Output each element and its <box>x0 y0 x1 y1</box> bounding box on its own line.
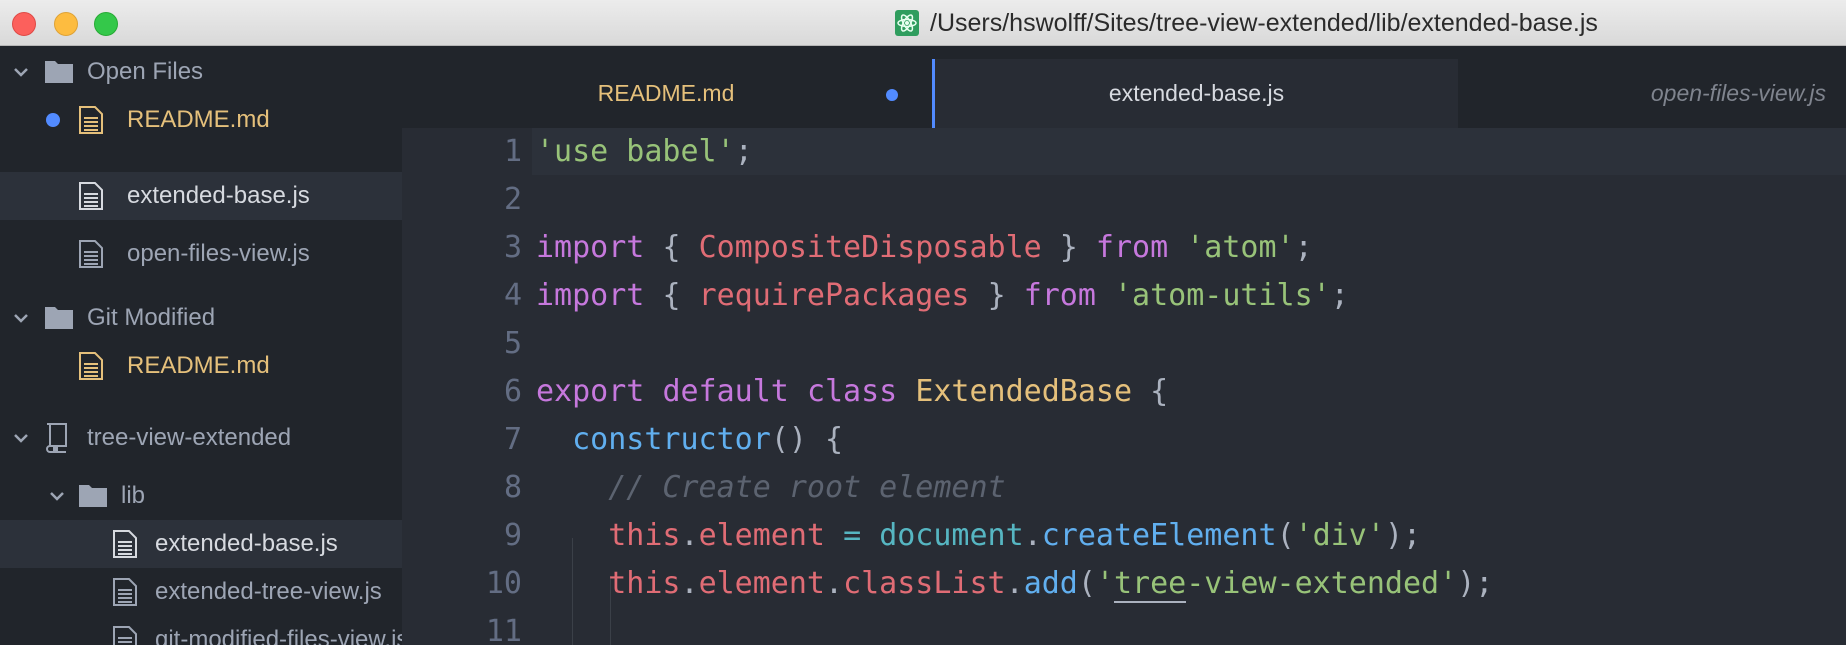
code-line: constructor() { <box>572 422 844 457</box>
file-label: README.md <box>127 352 270 379</box>
repo-icon <box>46 423 67 453</box>
file-icon <box>79 182 103 210</box>
line-number: 2 <box>503 182 522 217</box>
chevron-down-icon <box>14 434 28 443</box>
section-header-git-modified[interactable]: Git Modified <box>0 294 402 342</box>
close-window-button[interactable] <box>12 12 36 36</box>
line-number: 6 <box>503 374 522 409</box>
folder-label: lib <box>121 482 146 509</box>
line-number: 11 <box>485 614 522 645</box>
section-label: tree-view-extended <box>87 424 292 451</box>
tab-label: README.md <box>597 80 735 106</box>
line-number: 7 <box>503 422 522 457</box>
folder-icon <box>45 307 73 329</box>
tab-bar: README.md extended-base.js open-files-vi… <box>402 46 1846 128</box>
file-icon <box>79 240 103 268</box>
code-line: // Create root element <box>608 470 1006 505</box>
lib-file-item[interactable]: extended-tree-view.js <box>0 568 402 616</box>
section-label: Git Modified <box>87 304 216 331</box>
atom-app-icon <box>895 10 919 36</box>
file-label: extended-base.js <box>127 182 310 209</box>
git-modified-file-item[interactable]: README.md <box>0 342 402 390</box>
chevron-down-icon <box>14 314 28 323</box>
zoom-window-button[interactable] <box>94 12 118 36</box>
file-label: extended-base.js <box>155 530 338 557</box>
code-editor[interactable]: 1 2 3 4 5 6 7 8 9 10 11 'use babel'; imp… <box>402 128 1846 645</box>
file-label: README.md <box>127 106 270 133</box>
window-title: /Users/hswolff/Sites/tree-view-extended/… <box>930 8 1598 37</box>
tab-label: extended-base.js <box>1108 80 1285 106</box>
line-number: 8 <box>503 470 522 505</box>
modified-dot-icon <box>886 89 898 101</box>
section-label: Open Files <box>87 58 204 85</box>
markdown-file-icon <box>79 352 103 380</box>
file-icon <box>113 578 137 606</box>
file-icon <box>113 626 137 645</box>
code-line: 'use babel'; <box>536 134 753 169</box>
tree-view-sidebar: Open Files README.md extended-base.js op… <box>0 46 402 645</box>
section-header-open-files[interactable]: Open Files <box>0 48 402 96</box>
project-root-header[interactable]: tree-view-extended <box>0 414 402 462</box>
chevron-down-icon <box>14 68 28 77</box>
file-icon <box>113 530 137 558</box>
line-number: 1 <box>503 134 522 169</box>
tab-readme[interactable]: README.md <box>402 59 930 128</box>
line-number: 4 <box>503 278 522 313</box>
chevron-down-icon <box>50 492 64 501</box>
lib-file-item[interactable]: git-modified-files-view.js <box>0 616 402 645</box>
open-file-item[interactable]: open-files-view.js <box>0 230 402 278</box>
window-title-group: /Users/hswolff/Sites/tree-view-extended/… <box>894 8 1598 38</box>
code-line: this.element.classList.add('tree-view-ex… <box>608 566 1494 603</box>
tab-label: open-files-view.js <box>1650 80 1826 106</box>
file-label: open-files-view.js <box>127 240 310 267</box>
modified-dot-icon <box>46 113 60 127</box>
lib-file-item[interactable]: extended-base.js <box>0 520 402 568</box>
folder-lib[interactable]: lib <box>0 472 402 520</box>
title-bar: /Users/hswolff/Sites/tree-view-extended/… <box>0 0 1846 46</box>
code-line: export default class ExtendedBase { <box>536 374 1169 409</box>
file-label: git-modified-files-view.js <box>155 626 402 645</box>
line-number: 9 <box>503 518 522 553</box>
markdown-file-icon <box>79 106 103 134</box>
code-line: import { CompositeDisposable } from 'ato… <box>536 230 1313 265</box>
minimize-window-button[interactable] <box>54 12 78 36</box>
line-number: 5 <box>503 326 522 361</box>
tab-open-files-view[interactable]: open-files-view.js <box>1458 59 1846 128</box>
file-label: extended-tree-view.js <box>155 578 382 605</box>
code-line: this.element = document.createElement('d… <box>608 518 1422 553</box>
open-file-item[interactable]: extended-base.js <box>0 172 402 220</box>
open-file-item[interactable]: README.md <box>0 96 402 144</box>
folder-icon <box>79 485 107 507</box>
line-number: 3 <box>503 230 522 265</box>
code-line: import { requirePackages } from 'atom-ut… <box>536 278 1349 313</box>
folder-icon <box>45 61 73 83</box>
tab-extended-base[interactable]: extended-base.js <box>932 59 1458 128</box>
line-number: 10 <box>485 566 522 601</box>
